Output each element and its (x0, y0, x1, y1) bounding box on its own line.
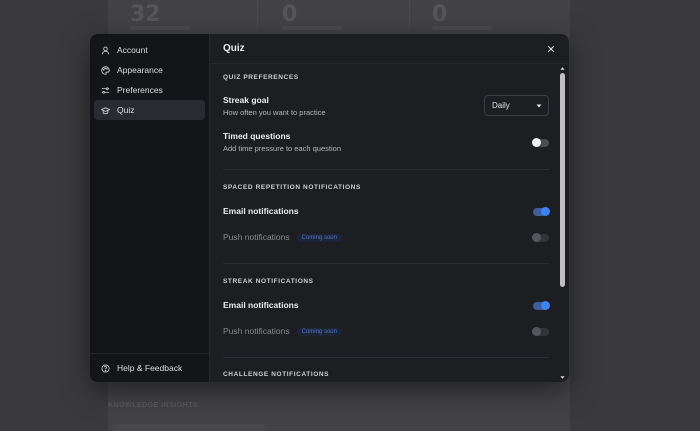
coming-soon-badge: Coming soon (296, 233, 342, 242)
palette-icon (100, 65, 110, 75)
sidebar-item-preferences[interactable]: Preferences (94, 80, 205, 100)
toggle-knob (532, 138, 541, 147)
streak-push-text: Push notifications (223, 326, 290, 336)
spaced-email-toggle[interactable] (533, 207, 550, 216)
settings-modal: Account Appearance Preferences Quiz Help… (90, 34, 569, 382)
settings-sidebar: Account Appearance Preferences Quiz Help… (90, 34, 210, 382)
background-placeholder (115, 424, 265, 431)
timed-questions-row: Timed questions Add time pressure to eac… (223, 131, 549, 159)
sidebar-item-quiz[interactable]: Quiz (94, 100, 205, 120)
background-stat-value: 32 (130, 2, 161, 27)
settings-scroll-area[interactable]: QUIZ PREFERENCES Streak goal How often y… (210, 65, 569, 382)
toggle-knob (532, 327, 541, 336)
coming-soon-badge: Coming soon (296, 327, 342, 336)
help-feedback-area: Help & Feedback (94, 358, 205, 378)
section-title-streak-notifications: STREAK NOTIFICATIONS (223, 278, 314, 285)
help-feedback-label: Help & Feedback (117, 363, 183, 373)
background-stat-value: 0 (432, 2, 448, 27)
scroll-down-arrow-icon[interactable] (560, 375, 565, 380)
close-button[interactable] (545, 43, 557, 55)
sidebar-item-appearance[interactable]: Appearance (94, 60, 205, 80)
scrollbar[interactable] (560, 66, 566, 382)
streak-push-row: Push notifications Coming soon (223, 326, 549, 338)
close-icon (547, 45, 555, 53)
background-stat-label (432, 26, 492, 30)
toggle-knob (541, 301, 550, 310)
streak-email-row: Email notifications (223, 300, 550, 312)
help-feedback-button[interactable]: Help & Feedback (94, 358, 205, 378)
section-title-spaced-repetition: SPACED REPETITION NOTIFICATIONS (223, 184, 361, 191)
spaced-push-label: Push notifications Coming soon (223, 232, 549, 242)
section-title-challenge-notifications: CHALLENGE NOTIFICATIONS (223, 371, 330, 378)
streak-push-toggle (532, 327, 549, 336)
page-title: Quiz (223, 43, 245, 54)
scrollbar-thumb[interactable] (560, 73, 565, 287)
user-icon (100, 45, 110, 55)
streak-email-label: Email notifications (223, 300, 299, 310)
background-stat: 0 (260, 0, 410, 30)
streak-goal-select[interactable]: Daily (484, 95, 549, 116)
timed-questions-description: Add time pressure to each question (223, 144, 341, 153)
timed-questions-label: Timed questions (223, 131, 291, 141)
background-stat-value: 0 (282, 2, 298, 27)
section-title-quiz-preferences: QUIZ PREFERENCES (223, 74, 299, 81)
scroll-up-arrow-icon[interactable] (560, 66, 565, 71)
section-divider (223, 169, 549, 170)
streak-goal-row: Streak goal How often you want to practi… (223, 95, 549, 125)
timed-questions-toggle[interactable] (532, 138, 549, 147)
sidebar-item-label: Preferences (117, 85, 163, 95)
background-stat-label (130, 26, 190, 30)
background-stat: 0 (410, 0, 560, 30)
spaced-push-text: Push notifications (223, 232, 290, 242)
chevron-down-icon (536, 104, 542, 108)
sidebar-item-label: Account (117, 45, 148, 55)
spaced-email-row: Email notifications (223, 206, 550, 218)
sliders-icon (100, 85, 110, 95)
section-divider (223, 357, 549, 358)
modal-header: Quiz (210, 34, 569, 64)
background-section-title: KNOWLEDGE INSIGHTS (108, 402, 199, 409)
sidebar-item-label: Appearance (117, 65, 163, 75)
streak-email-toggle[interactable] (533, 301, 550, 310)
help-circle-icon (100, 363, 110, 373)
section-divider (223, 263, 549, 264)
sidebar-divider (90, 353, 209, 354)
streak-goal-value: Daily (492, 101, 510, 110)
spaced-push-row: Push notifications Coming soon (223, 232, 549, 244)
sidebar-item-account[interactable]: Account (94, 40, 205, 60)
graduation-cap-icon (100, 105, 110, 115)
sidebar-item-label: Quiz (117, 105, 135, 115)
streak-push-label: Push notifications Coming soon (223, 326, 549, 336)
spaced-email-label: Email notifications (223, 206, 299, 216)
settings-content: Quiz QUIZ PREFERENCES Streak goal How of… (210, 34, 569, 382)
toggle-knob (532, 233, 541, 242)
toggle-knob (541, 207, 550, 216)
background-stat: 32 (108, 0, 258, 30)
spaced-push-toggle (532, 233, 549, 242)
background-stat-label (282, 26, 342, 30)
sidebar-nav: Account Appearance Preferences Quiz (90, 34, 209, 120)
